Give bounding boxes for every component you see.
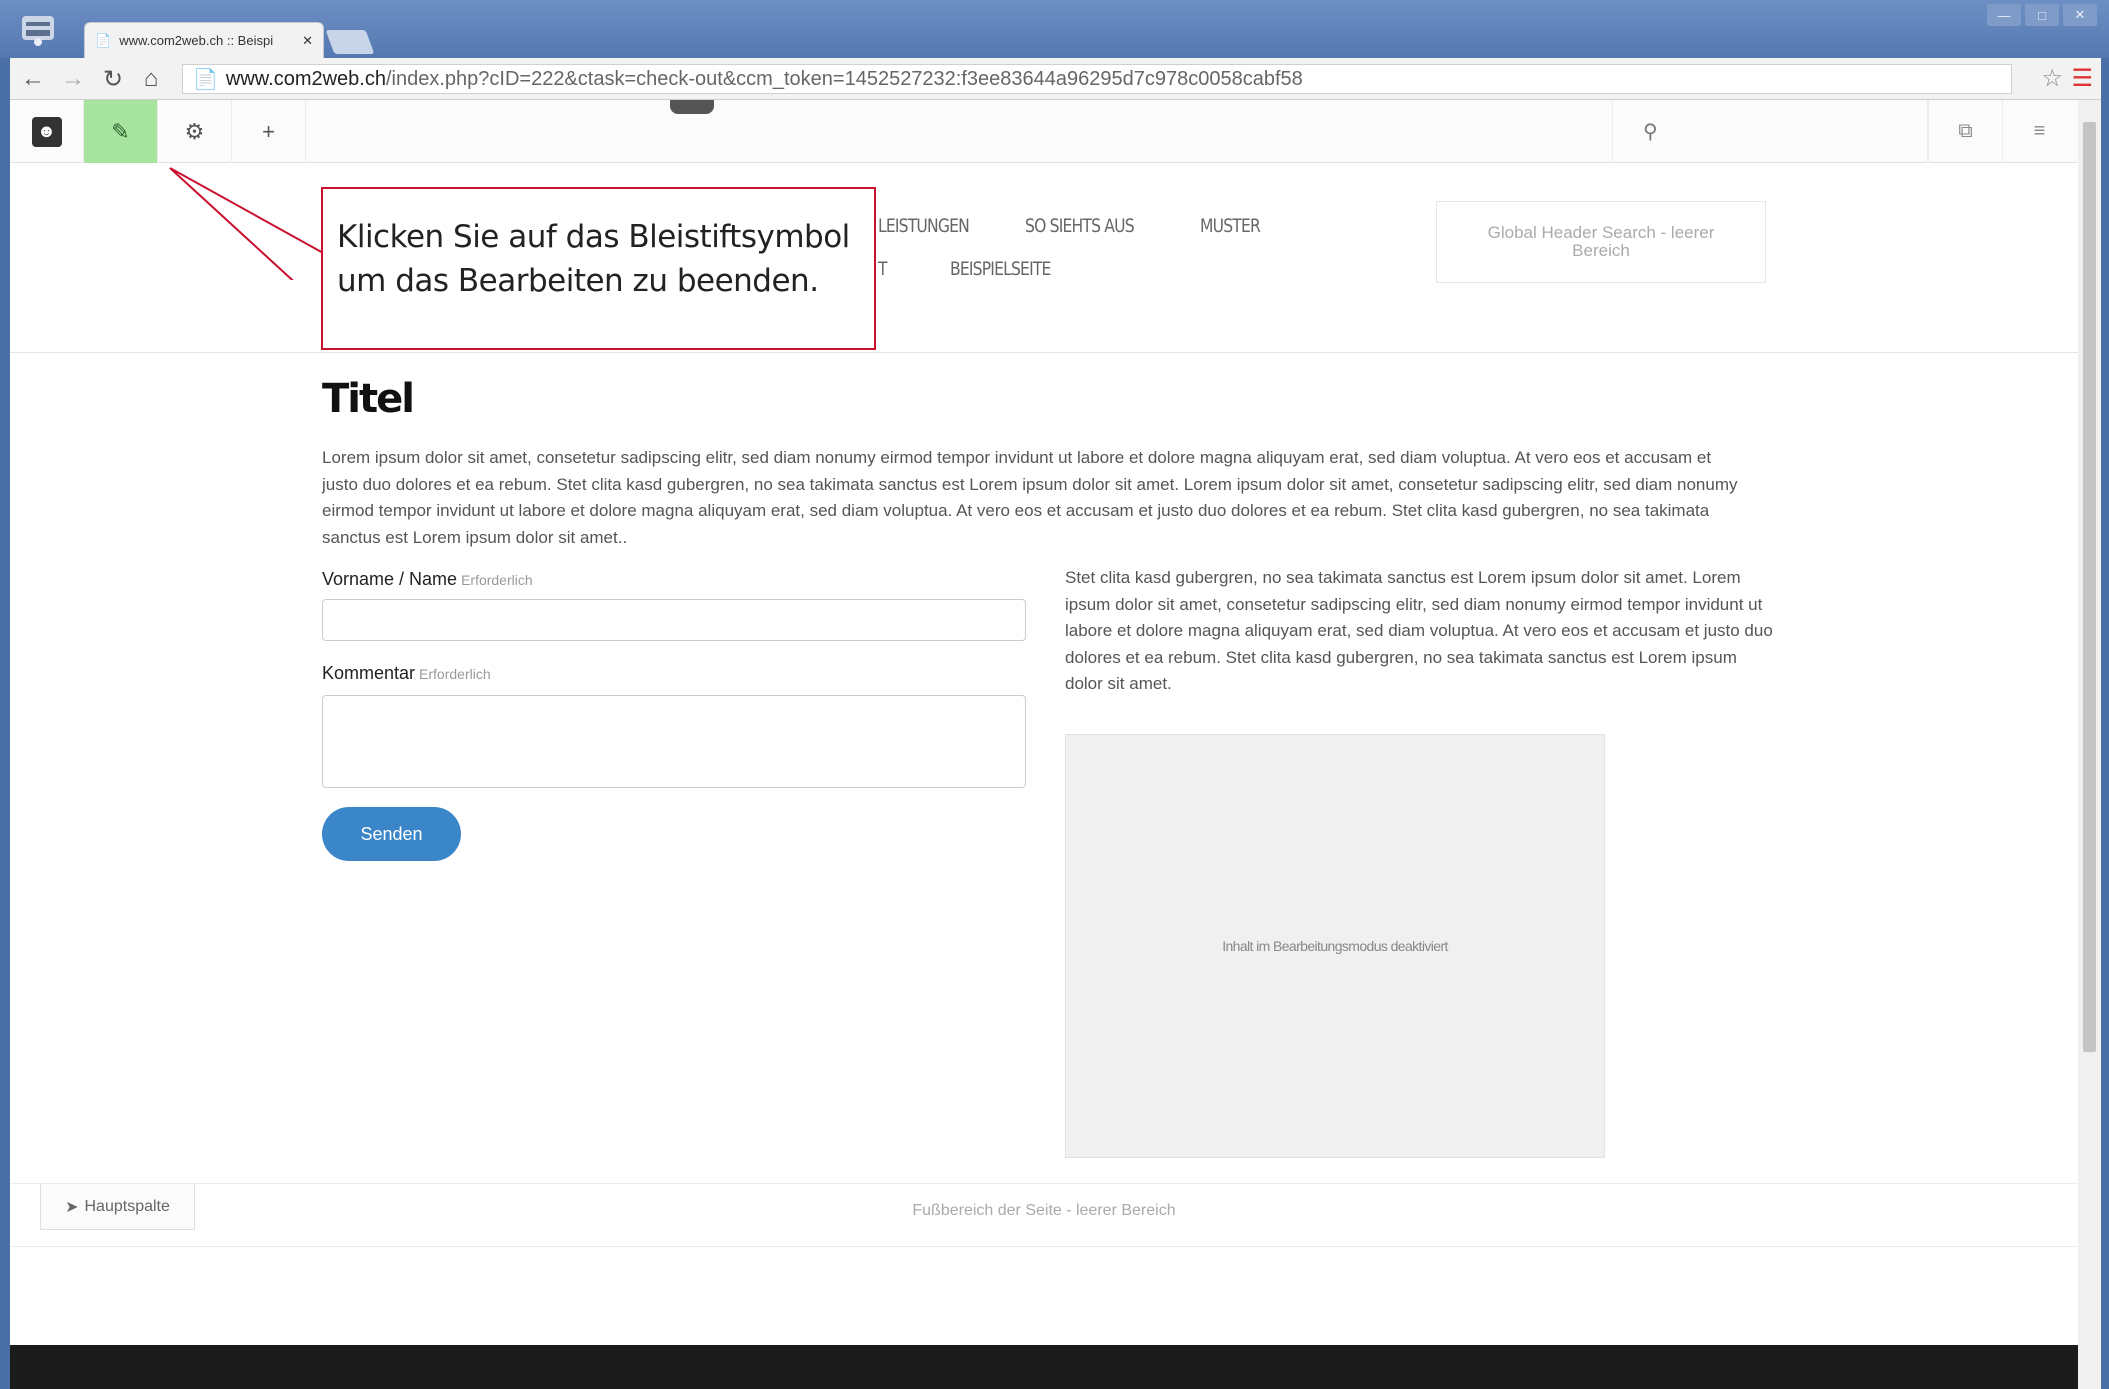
scroll-thumb[interactable] xyxy=(2083,122,2096,1052)
required-hint: Erforderlich xyxy=(419,666,491,682)
nav-link-leistungen[interactable]: LEISTUNGEN xyxy=(878,215,970,237)
name-label-text: Vorname / Name xyxy=(322,569,458,589)
bookmark-star-icon[interactable]: ☆ xyxy=(2041,64,2063,93)
submit-button[interactable]: Senden xyxy=(322,807,461,861)
nav-link-partial[interactable]: T xyxy=(878,258,887,280)
search-icon: ⚲ xyxy=(1643,121,1658,143)
maximize-button[interactable]: □ xyxy=(2025,4,2059,26)
tab-close-icon[interactable]: ✕ xyxy=(302,33,313,49)
side-paragraph: Stet clita kasd gubergren, no sea takima… xyxy=(1065,568,1773,693)
title-bar: 📄 www.com2web.ch :: Beispi ✕ — □ ✕ xyxy=(0,0,2109,58)
browser-window: 📄 www.com2web.ch :: Beispi ✕ — □ ✕ ← → ↻… xyxy=(0,0,2109,1389)
name-input[interactable] xyxy=(322,599,1026,641)
new-tab-button[interactable] xyxy=(325,30,375,54)
copy-icon: ⧉ xyxy=(1958,120,1973,142)
sliders-icon: ≡ xyxy=(2033,120,2046,142)
page-viewport: ☻ ✎ ⚙ + ⚲ ⧉ ≡ LEISTUNGEN SO SIEHTS AUS M… xyxy=(10,100,2078,1389)
browser-tab[interactable]: 📄 www.com2web.ch :: Beispi ✕ xyxy=(84,22,324,58)
address-bar[interactable]: 📄 www.com2web.ch/index.php?cID=222&ctask… xyxy=(182,64,2012,94)
disabled-content-placeholder: Inhalt im Bearbeitungsmodus deaktiviert xyxy=(1065,734,1605,1158)
browser-navbar: ← → ↻ ⌂ 📄 www.com2web.ch/index.php?cID=2… xyxy=(10,58,2101,100)
minimize-button[interactable]: — xyxy=(1987,4,2021,26)
page-icon: 📄 xyxy=(95,32,112,48)
page-scrollbar[interactable] xyxy=(2078,100,2101,1389)
tab-title: www.com2web.ch :: Beispi xyxy=(119,33,274,48)
window-controls: — □ ✕ xyxy=(1987,4,2097,26)
sitemap-button[interactable]: ⧉ xyxy=(1928,100,2002,163)
area-tab-hauptspalte[interactable]: ➤ Hauptspalte xyxy=(40,1184,195,1230)
nav-link-muster[interactable]: MUSTER xyxy=(1200,215,1261,237)
nav-link-beispielseite[interactable]: BEISPIELSEITE xyxy=(950,258,1051,280)
comment-textarea[interactable] xyxy=(322,695,1026,788)
toolbar-handle[interactable] xyxy=(670,100,714,114)
close-window-button[interactable]: ✕ xyxy=(2063,4,2097,26)
back-icon[interactable]: ← xyxy=(18,64,48,94)
name-label: Vorname / Name Erforderlich xyxy=(322,569,533,590)
forward-icon[interactable]: → xyxy=(58,64,88,94)
cms-search[interactable]: ⚲ xyxy=(1612,100,1928,163)
reload-icon[interactable]: ↻ xyxy=(98,64,128,94)
footer-area: Fußbereich der Seite - leerer Bereich ➤ H… xyxy=(10,1183,2078,1247)
url-domain: www.com2web.ch xyxy=(225,67,386,90)
dashboard-button[interactable]: ≡ xyxy=(2002,100,2076,163)
comment-label: Kommentar Erforderlich xyxy=(322,663,491,684)
callout-box: Klicken Sie auf das Bleistiftsymbol um d… xyxy=(321,187,876,350)
browser-menu-icon[interactable]: ☰ xyxy=(2071,64,2093,93)
comment-label-text: Kommentar xyxy=(322,663,416,683)
page-icon: 📄 xyxy=(193,68,218,91)
url-path: /index.php?cID=222&ctask=check-out&ccm_t… xyxy=(385,67,1303,90)
global-header-search-area[interactable]: Global Header Search - leerer Bereich xyxy=(1436,201,1766,283)
browser-app-icon xyxy=(16,12,60,48)
home-icon[interactable]: ⌂ xyxy=(136,64,166,94)
page-bottom-bar xyxy=(10,1345,2078,1389)
required-hint: Erforderlich xyxy=(461,572,533,588)
footer-text: Fußbereich der Seite - leerer Bereich xyxy=(912,1202,1176,1219)
lead-paragraph: Lorem ipsum dolor sit amet, consetetur s… xyxy=(322,448,1738,547)
page-title: Titel xyxy=(322,376,415,422)
nav-link-so-siehts-aus[interactable]: SO SIEHTS AUS xyxy=(1025,215,1135,237)
share-icon: ➤ xyxy=(65,1198,79,1216)
callout-arrow xyxy=(169,167,326,280)
area-tab-label: Hauptspalte xyxy=(84,1197,170,1215)
